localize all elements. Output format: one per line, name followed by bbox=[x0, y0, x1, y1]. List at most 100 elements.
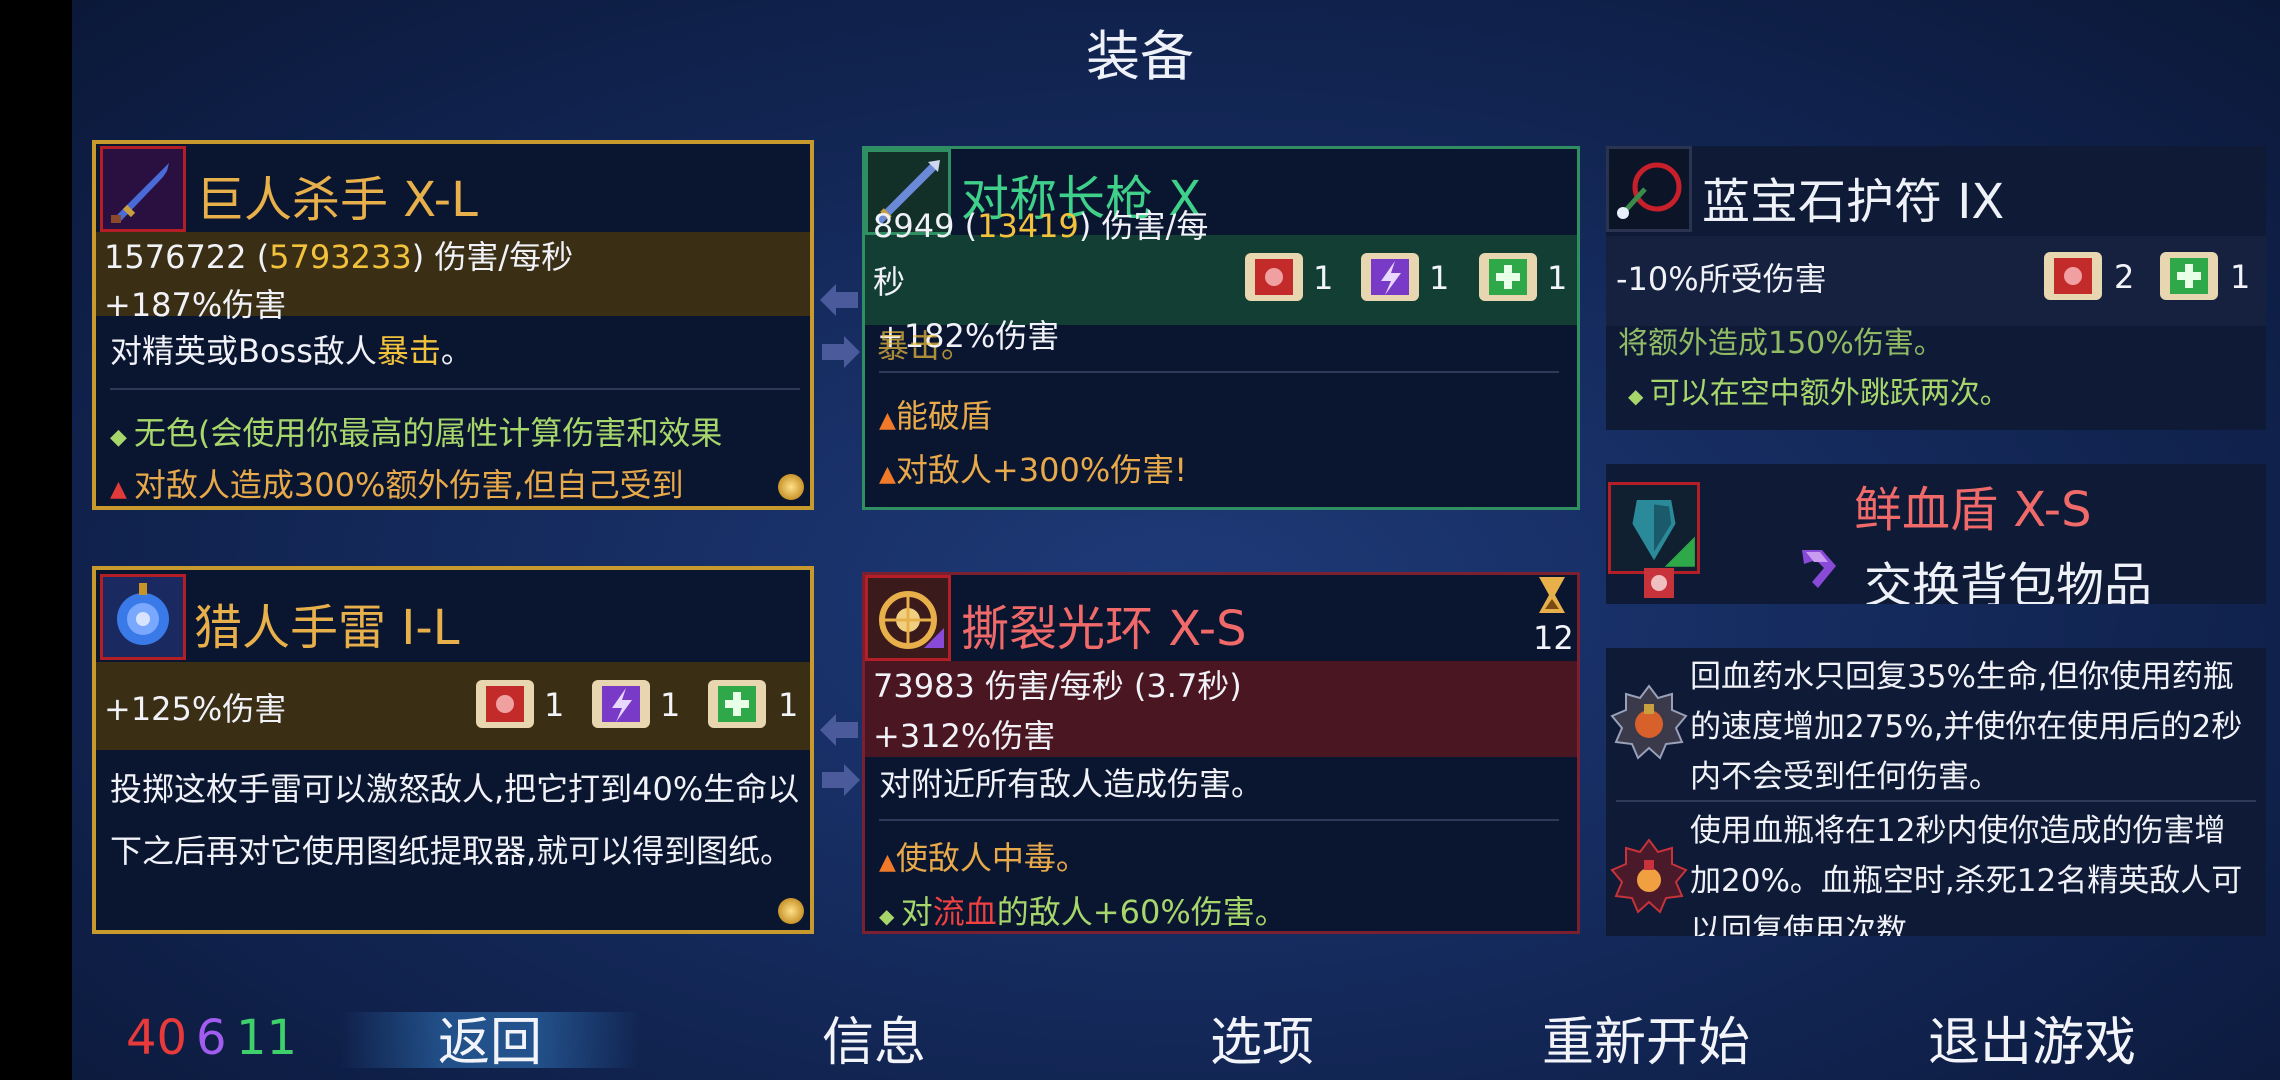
diamond-icon: ◆ bbox=[1628, 384, 1650, 408]
brutality-scroll-icon bbox=[1241, 247, 1307, 307]
swap-backpack-icon bbox=[1792, 542, 1846, 596]
legendary-corner-icon bbox=[778, 898, 804, 924]
survival-count: 1 bbox=[778, 686, 799, 724]
card-title: 撕裂光环 X-S bbox=[961, 601, 1247, 657]
bullet-damage: ▲对敌人+300%伤害! bbox=[879, 445, 1187, 491]
flame-icon: ▲ bbox=[879, 850, 896, 875]
dps-open: ( bbox=[954, 207, 978, 245]
survival-scroll-icon bbox=[704, 674, 770, 734]
shield-card-blood-shield[interactable]: 鲜血盾 X-S 交换背包物品 bbox=[1606, 464, 2266, 604]
options-button[interactable]: 选项 bbox=[1210, 1000, 1314, 1075]
tactics-stat: 6 bbox=[196, 1010, 227, 1066]
crit-overlap-text: 暴击。 bbox=[877, 327, 974, 365]
restart-button[interactable]: 重新开始 bbox=[1542, 1000, 1750, 1075]
extra-damage-line: 将额外造成150%伤害。 bbox=[1618, 326, 1944, 361]
tactics-scroll-icon bbox=[1357, 247, 1423, 307]
survival-stat: 11 bbox=[236, 1010, 298, 1066]
brutality-count: 1 bbox=[1313, 259, 1334, 297]
left-black-bar bbox=[0, 0, 72, 1080]
dps-value: 8949 bbox=[873, 207, 955, 245]
mutation-potion-icon bbox=[1610, 684, 1688, 762]
dps-unit-wrap: 秒 bbox=[873, 263, 906, 301]
bullet-bleed-bonus: ◆ 对流血的敌人+60%伤害。 bbox=[879, 887, 1287, 931]
bullet-shield-break: ▲能破盾 bbox=[879, 391, 992, 437]
hourglass-icon bbox=[1535, 575, 1569, 615]
card-title: 猎人手雷 I-L bbox=[194, 600, 460, 656]
flame-icon: ▲ bbox=[879, 462, 896, 487]
weapon-card-giant-slayer[interactable]: 巨人杀手 X-L 1576722 (5793233) 伤害/每秒 +187%伤害… bbox=[92, 140, 814, 510]
mutation-desc-1: 回血药水只回复35%生命,但你使用药瓶的速度增加275%,并使你在使用后的2秒内… bbox=[1690, 659, 2243, 795]
amulet-card-sapphire[interactable]: 蓝宝石护符 IX -10%所受伤害 2 1 将额外造成150%伤害。 ◆ 可以在… bbox=[1606, 146, 2266, 430]
brutality-scroll-icon bbox=[472, 674, 538, 734]
card-title: 鲜血盾 X-S bbox=[1854, 482, 2092, 538]
damage-reduction: -10%所受伤害 bbox=[1616, 260, 1827, 298]
swap-backpack-action[interactable]: 交换背包物品 bbox=[1864, 546, 2152, 604]
separator bbox=[879, 371, 1559, 373]
mutations-panel: 回血药水只回复35%生命,但你使用药瓶的速度增加275%,并使你在使用后的2秒内… bbox=[1606, 648, 2266, 936]
dps-max: 5793233 bbox=[269, 238, 412, 276]
desc-prefix: 对精英或Boss敌人 bbox=[110, 332, 377, 370]
bleed-keyword: 流血 bbox=[932, 893, 997, 931]
diamond-icon: ◆ bbox=[110, 425, 134, 450]
info-button[interactable]: 信息 bbox=[822, 1000, 926, 1075]
skill-card-tearing-aura[interactable]: 撕裂光环 X-S 12 73983 伤害/每秒 (3.7秒) +312%伤害 对… bbox=[862, 572, 1580, 934]
desc-suffix: 。 bbox=[440, 332, 473, 370]
dps-line: 8949 (13419) 伤害/每 bbox=[873, 201, 1208, 247]
diamond-icon: ◆ bbox=[879, 904, 901, 928]
survival-scroll-icon bbox=[1475, 247, 1541, 307]
legendary-corner-icon bbox=[778, 474, 804, 500]
dps-line: 1576722 (5793233) 伤害/每秒 bbox=[104, 232, 573, 278]
survival-count: 1 bbox=[1547, 259, 1568, 297]
damage-bonus: +187%伤害 bbox=[104, 286, 287, 324]
sword-icon bbox=[100, 146, 186, 232]
arrow-right-icon bbox=[822, 764, 860, 796]
dps-line: 73983 伤害/每秒 (3.7秒) bbox=[873, 667, 1242, 705]
bullet-text: 能破盾 bbox=[895, 397, 992, 435]
dps-unit: 伤害/每秒 bbox=[424, 238, 574, 276]
dps-open: ( bbox=[246, 238, 270, 276]
weapon-card-symmetric-lance[interactable]: 对称长枪 X 8949 (13419) 伤害/每 秒 1 1 1 +182%伤害… bbox=[862, 146, 1580, 510]
brutality-count: 2 bbox=[2114, 258, 2135, 296]
bullet-extra-damage: ▲ 对敌人造成300%额外伤害,但自己受到 bbox=[110, 460, 684, 506]
bullet-text: 使敌人中毒。 bbox=[895, 839, 1088, 877]
back-button[interactable]: 返回 bbox=[438, 1000, 542, 1075]
bullet-suffix: 的敌人+60%伤害。 bbox=[996, 893, 1287, 931]
mutation-blood-icon bbox=[1610, 838, 1688, 916]
description: 对精英或Boss敌人暴击。 bbox=[110, 328, 473, 374]
bullet-prefix: 对 bbox=[900, 893, 933, 931]
bullet-text: 可以在空中额外跳跃两次。 bbox=[1649, 376, 2010, 411]
tactics-scroll-icon bbox=[588, 674, 654, 734]
skill-card-hunter-grenade[interactable]: 猎人手雷 I-L +125%伤害 1 1 1 投掷这枚手雷可以激怒敌人,把它打到… bbox=[92, 566, 814, 934]
dps-close: ) bbox=[1078, 207, 1092, 245]
blood-drop-icon bbox=[1644, 568, 1674, 598]
grenade-icon bbox=[100, 574, 186, 660]
bullet-double-jump: ◆ 可以在空中额外跳跃两次。 bbox=[1628, 368, 2010, 412]
damage-bonus: +125%伤害 bbox=[104, 690, 287, 728]
description: 投掷这枚手雷可以激怒敌人,把它打到40%生命以下之后再对它使用图纸提取器,就可以… bbox=[110, 770, 800, 870]
drop-icon: ▲ bbox=[110, 477, 134, 502]
bullet-text: 对敌人造成300%额外伤害,但自己受到 bbox=[133, 466, 684, 504]
cooldown-timer: 12 bbox=[1533, 619, 1574, 657]
bullet-text: 对敌人+300%伤害! bbox=[895, 451, 1188, 489]
separator bbox=[110, 388, 800, 390]
card-title: 巨人杀手 X-L bbox=[196, 172, 478, 228]
dps-max: 13419 bbox=[977, 207, 1079, 245]
tactics-count: 1 bbox=[1429, 259, 1450, 297]
screen-title: 装备 bbox=[1086, 25, 1194, 88]
damage-bonus: +312%伤害 bbox=[873, 717, 1056, 755]
quit-game-button[interactable]: 退出游戏 bbox=[1928, 1000, 2136, 1075]
aura-icon bbox=[865, 575, 951, 661]
dps-close: ) bbox=[411, 238, 425, 276]
brutality-stat: 40 bbox=[126, 1010, 188, 1066]
amulet-icon bbox=[1606, 146, 1692, 232]
bullet-colorless: ◆ 无色(会使用你最高的属性计算伤害和效果 bbox=[110, 408, 722, 454]
separator bbox=[879, 819, 1559, 821]
bullet-poison: ▲使敌人中毒。 bbox=[879, 833, 1088, 879]
crit-keyword: 暴击 bbox=[376, 332, 441, 370]
tactics-count: 1 bbox=[660, 686, 681, 724]
card-title: 蓝宝石护符 IX bbox=[1702, 174, 2005, 230]
dps-value: 1576722 bbox=[104, 238, 247, 276]
brutality-count: 1 bbox=[544, 686, 565, 724]
arrow-left-icon bbox=[820, 714, 858, 746]
mutation-desc-2: 使用血瓶将在12秒内使你造成的伤害增加20%。血瓶空时,杀死12名精英敌人可以回… bbox=[1690, 813, 2243, 936]
